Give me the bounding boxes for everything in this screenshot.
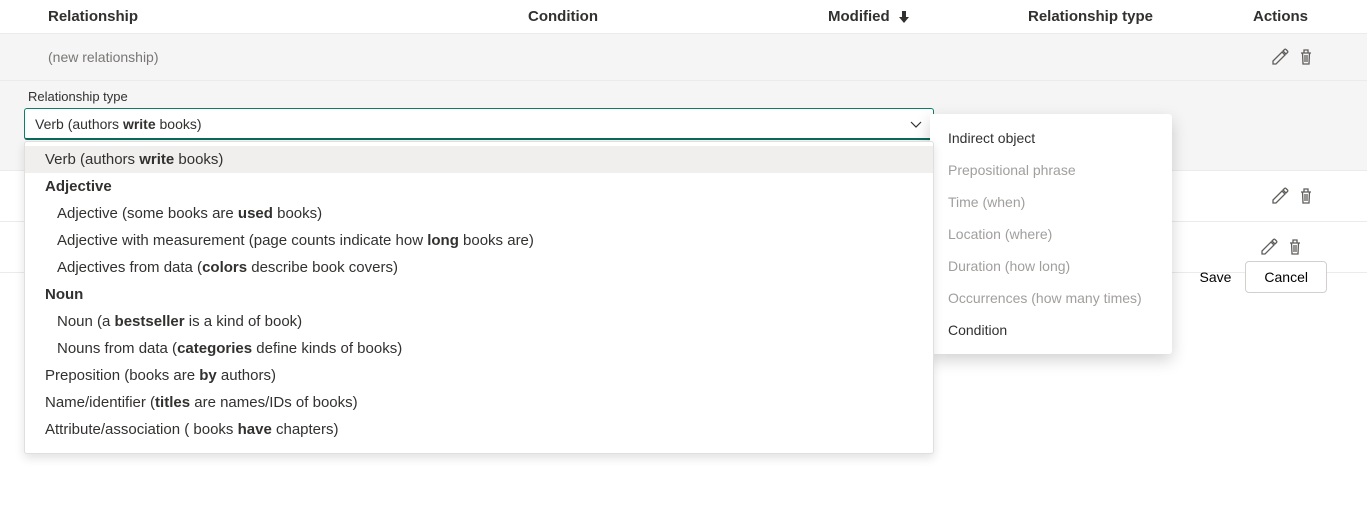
trash-icon	[1297, 187, 1315, 205]
delete-button[interactable]	[1293, 183, 1319, 209]
relationship-type-dropdown: Verb (authors write books)AdjectiveAdjec…	[24, 141, 934, 454]
column-header-condition[interactable]: Condition	[528, 8, 828, 25]
column-header-relationship[interactable]: Relationship	[48, 8, 528, 25]
pencil-icon	[1271, 48, 1289, 66]
table-header: Relationship Condition Modified Relation…	[0, 0, 1367, 34]
dropdown-option[interactable]: Adjective with measurement (page counts …	[25, 227, 933, 254]
new-relationship-placeholder: (new relationship)	[48, 49, 159, 65]
add-menu-item[interactable]: Indirect object	[930, 122, 1172, 154]
column-header-modified[interactable]: Modified	[828, 8, 1028, 25]
save-button[interactable]: Save	[1181, 261, 1235, 293]
add-menu-item: Prepositional phrase	[930, 154, 1172, 186]
relationship-type-selected-value: Verb (authors write books)	[35, 116, 202, 132]
column-header-modified-label: Modified	[828, 8, 890, 25]
relationship-type-select[interactable]: Verb (authors write books)	[24, 108, 934, 140]
sort-down-icon	[898, 10, 910, 24]
pencil-icon	[1260, 238, 1278, 256]
cancel-button[interactable]: Cancel	[1245, 261, 1327, 293]
add-to-relationship-menu: Indirect objectPrepositional phraseTime …	[930, 114, 1172, 354]
dropdown-option[interactable]: Attribute/association ( books have chapt…	[25, 416, 933, 443]
dropdown-option[interactable]: Preposition (books are by authors)	[25, 362, 933, 389]
delete-button[interactable]	[1293, 44, 1319, 70]
edit-button[interactable]	[1267, 44, 1293, 70]
edit-button[interactable]	[1267, 183, 1293, 209]
option-group-header: Noun	[25, 281, 933, 308]
trash-icon	[1286, 238, 1304, 256]
add-menu-item: Occurrences (how many times)	[930, 282, 1172, 314]
relationship-editor: Relationship type Verb (authors write bo…	[0, 81, 1367, 171]
new-relationship-row: (new relationship)	[0, 34, 1367, 81]
editor-action-buttons: Save Cancel	[1181, 261, 1327, 293]
dropdown-option[interactable]: Adjective (some books are used books)	[25, 200, 933, 227]
add-menu-item[interactable]: Condition	[930, 314, 1172, 346]
option-group-header: Adjective	[25, 173, 933, 200]
delete-button[interactable]	[1282, 234, 1308, 260]
column-header-actions: Actions	[1228, 8, 1308, 25]
relationship-type-label: Relationship type	[24, 89, 1343, 104]
column-header-relationship-type[interactable]: Relationship type	[1028, 8, 1228, 25]
dropdown-option[interactable]: Name/identifier (titles are names/IDs of…	[25, 389, 933, 416]
add-menu-item: Time (when)	[930, 186, 1172, 218]
dropdown-option[interactable]: Nouns from data (categories define kinds…	[25, 335, 933, 362]
dropdown-option[interactable]: Verb (authors write books)	[25, 146, 933, 173]
add-menu-item: Location (where)	[930, 218, 1172, 250]
dropdown-option[interactable]: Adjectives from data (colors describe bo…	[25, 254, 933, 281]
edit-button[interactable]	[1256, 234, 1282, 260]
trash-icon	[1297, 48, 1315, 66]
chevron-down-icon	[909, 117, 923, 131]
pencil-icon	[1271, 187, 1289, 205]
add-menu-item: Duration (how long)	[930, 250, 1172, 282]
dropdown-option[interactable]: Noun (a bestseller is a kind of book)	[25, 308, 933, 335]
